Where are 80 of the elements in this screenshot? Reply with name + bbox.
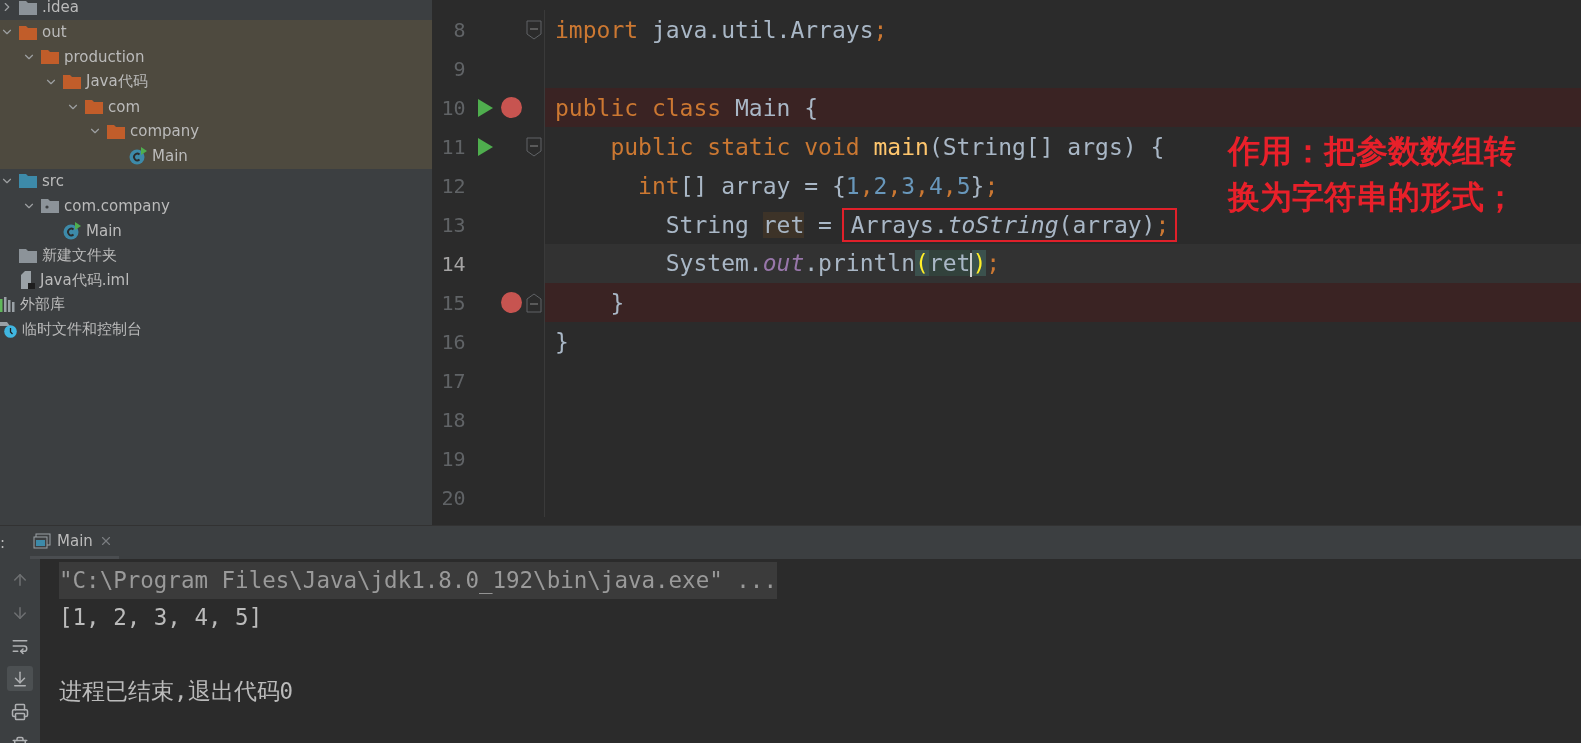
- tree-item-label: company: [130, 122, 200, 141]
- fold-collapse-icon[interactable]: [525, 136, 542, 157]
- tree-row[interactable]: Main: [0, 143, 432, 169]
- line-number: 18: [440, 407, 466, 432]
- printer-icon: [11, 702, 29, 721]
- tree-row[interactable]: .idea: [0, 0, 432, 20]
- scratch-clock-icon: [0, 321, 17, 339]
- folder-icon: [63, 74, 81, 90]
- run-icon[interactable]: [476, 98, 493, 117]
- tree-item-label: 临时文件和控制台: [22, 320, 142, 340]
- code-line: public class Main {: [555, 94, 819, 121]
- run-tab[interactable]: Main: [30, 526, 119, 559]
- tree-row[interactable]: out: [0, 19, 432, 45]
- line-number: 16: [440, 329, 466, 354]
- console-icon: [33, 533, 51, 549]
- folder-icon: [19, 247, 37, 263]
- tree-item-label: Main: [152, 147, 188, 166]
- fold-collapse-icon[interactable]: [525, 19, 542, 40]
- line-number: 9: [452, 56, 466, 81]
- annotation-note: 作用：把参数数组转换为字符串的形式；: [1228, 131, 1517, 218]
- breakpoint-icon[interactable]: [500, 97, 522, 118]
- line-number: 11: [440, 134, 466, 159]
- tree-item-label: .idea: [42, 0, 79, 17]
- line-number: 15: [440, 290, 466, 315]
- tree-item-label: Java代码: [86, 72, 148, 92]
- line-number: 19: [440, 446, 466, 471]
- code-line: System.out.println(ret);: [664, 250, 1001, 277]
- line-number: 14: [440, 251, 466, 276]
- tree-row[interactable]: production: [0, 44, 432, 70]
- tree-item-label: 新建文件夹: [42, 245, 117, 265]
- tree-item-label: src: [42, 171, 64, 190]
- folder-icon: [85, 99, 103, 115]
- tree-row[interactable]: Java代码: [0, 69, 432, 95]
- line-number: 12: [440, 173, 466, 198]
- folder-icon: [19, 24, 37, 40]
- run-icon[interactable]: [476, 137, 493, 156]
- class-icon: [129, 147, 147, 166]
- tree-row[interactable]: 新建文件夹: [0, 242, 432, 268]
- library-icon: [0, 297, 15, 313]
- tree-item-label: com: [108, 97, 141, 116]
- tree-item-label: out: [42, 23, 67, 42]
- line-number: 13: [440, 212, 466, 237]
- package-folder-icon: [41, 198, 59, 214]
- line-number: 10: [440, 95, 466, 120]
- scroll-to-end-icon: [11, 669, 29, 688]
- tree-row[interactable]: Java代码.iml: [0, 267, 432, 293]
- tree-item-label: Java代码.iml: [40, 270, 130, 290]
- fold-end-icon[interactable]: [525, 292, 542, 313]
- folder-icon: [41, 49, 59, 65]
- tree-row[interactable]: com: [0, 94, 432, 119]
- module-file-icon: [19, 271, 35, 290]
- tree-row[interactable]: 临时文件和控制台: [0, 317, 432, 343]
- line-number: 8: [452, 17, 466, 42]
- code-line: int[] array = {1,2,3,4,5};: [637, 172, 999, 199]
- folder-icon: [19, 173, 37, 189]
- breakpoint-icon[interactable]: [500, 292, 522, 313]
- tree-row[interactable]: src: [0, 168, 432, 194]
- code-line: }: [609, 289, 625, 316]
- annotation-box: Arrays.toString(array);: [841, 207, 1178, 242]
- line-number: 20: [440, 485, 466, 510]
- tree-row[interactable]: 外部库: [0, 292, 432, 318]
- folder-icon: [19, 0, 37, 15]
- panel-label: :: [0, 533, 7, 552]
- tree-item-label: Main: [86, 221, 122, 240]
- tree-item-label: 外部库: [20, 295, 65, 315]
- tree-row[interactable]: com.company: [0, 193, 432, 219]
- scroll-to-end-button[interactable]: [7, 666, 33, 691]
- tree-item-label: com.company: [64, 196, 170, 215]
- tab-label: Main: [57, 532, 93, 550]
- class-icon: [63, 221, 81, 240]
- code-line: }: [555, 328, 569, 355]
- console-line: 进程已结束,退出代码0: [59, 677, 294, 706]
- console-line: [1, 2, 3, 4, 5]: [59, 603, 263, 632]
- tree-row[interactable]: company: [0, 119, 432, 144]
- tree-item-label: production: [64, 48, 145, 66]
- code-line: public static void main(String[] args) {: [609, 133, 1165, 160]
- folder-icon: [107, 123, 125, 139]
- code-line: import java.util.Arrays;: [555, 16, 888, 43]
- tree-row[interactable]: Main: [0, 218, 432, 243]
- line-number: 17: [440, 368, 466, 393]
